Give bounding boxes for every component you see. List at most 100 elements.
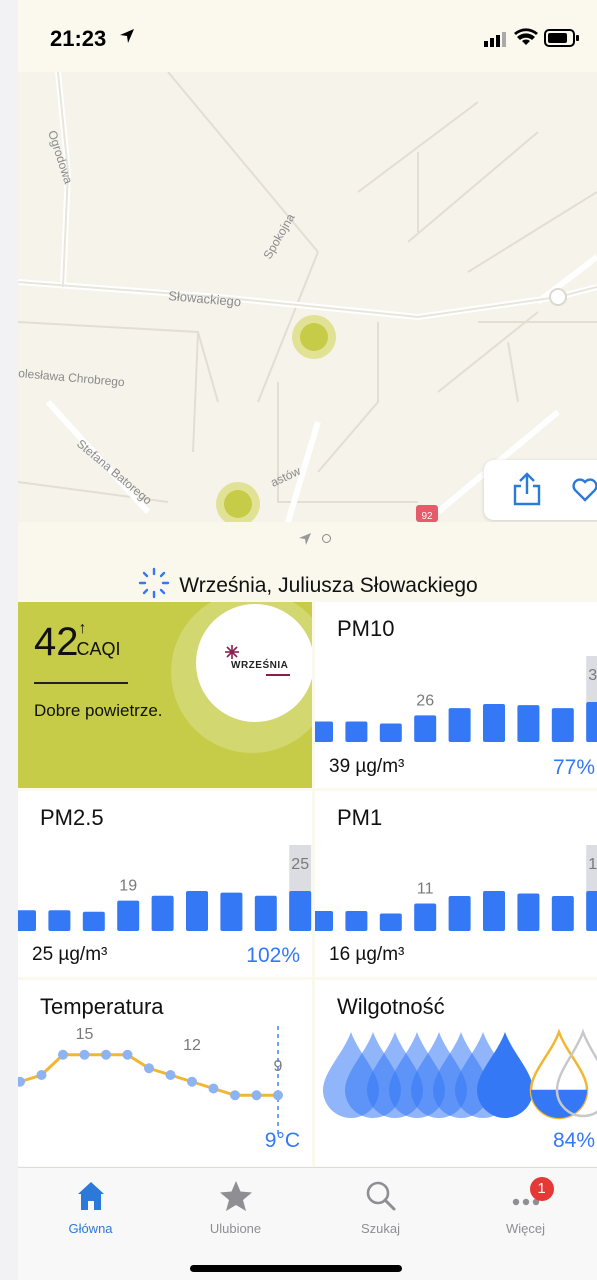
temperature-point — [36, 1070, 47, 1080]
pm10-bar-chart: 26 39 — [315, 656, 597, 742]
humidity-title: Wilgotność — [337, 994, 445, 1019]
pm1-bar-chart: 11 16 — [315, 845, 597, 931]
temperature-point — [144, 1063, 154, 1074]
pm25-bar — [151, 895, 174, 931]
pm1-current-label: 16 — [588, 856, 597, 873]
loading-spinner-icon — [137, 566, 171, 606]
humidity-tile[interactable]: Wilgotność 84% — [315, 980, 597, 1166]
tab-more[interactable]: 1 Więcej — [453, 1177, 597, 1236]
pm1-value: 16 µg/m³ — [329, 944, 405, 965]
temperature-tile[interactable]: Temperatura 15 12 9 9°C — [18, 980, 312, 1166]
city-logo-underline — [266, 674, 290, 676]
app-screen: 21:23 Ogrodowa Słowackiego Spokojna oles… — [18, 0, 597, 1280]
caqi-logo-circle: WRZEŚNIA — [196, 604, 312, 722]
tab-search[interactable]: Szukaj — [308, 1180, 453, 1236]
pm25-bar — [254, 895, 277, 931]
pm25-current-label: 25 — [291, 856, 309, 873]
pm10-bar — [315, 721, 333, 742]
caqi-unit: CAQI — [76, 639, 121, 659]
street-label-slowackiego: Słowackiego — [168, 288, 242, 309]
pm1-bar — [586, 891, 597, 931]
pm1-bar — [483, 891, 505, 931]
temperature-line — [19, 1053, 278, 1097]
star-icon — [216, 1181, 256, 1216]
pm25-percent: 102% — [246, 944, 300, 967]
home-icon — [76, 1182, 106, 1216]
pm25-title: PM2.5 — [40, 805, 104, 830]
signal-icon — [484, 31, 510, 52]
temperature-point — [230, 1090, 240, 1101]
street-label-chrobrego: olesława Chrobrego — [18, 366, 126, 389]
status-time: 21:23 — [50, 26, 107, 51]
caqi-value-group: 42↑ CAQI — [34, 620, 121, 665]
temperature-point — [208, 1083, 219, 1094]
caqi-tile[interactable]: WRZEŚNIA 42↑ CAQI Dobre powietrze. — [18, 602, 312, 788]
wifi-icon — [514, 28, 538, 51]
location-name: Września, Juliusza Słowackiego — [179, 574, 478, 597]
pm1-bar — [315, 911, 333, 931]
sensor-marker[interactable] — [216, 482, 260, 522]
pm25-bar — [289, 891, 312, 931]
tab-search-label: Szukaj — [360, 1221, 401, 1236]
temperature-point — [18, 1076, 25, 1087]
pm10-current-label: 39 — [588, 667, 597, 684]
pm1-bar — [517, 893, 540, 931]
tab-home[interactable]: Główna — [18, 1180, 163, 1236]
page-indicator-dot[interactable] — [322, 534, 331, 543]
heart-icon[interactable] — [572, 478, 597, 507]
city-logo-text: WRZEŚNIA — [231, 660, 289, 671]
pm10-title: PM10 — [337, 616, 395, 641]
pm25-bar — [48, 910, 71, 931]
pm1-bar — [345, 911, 368, 931]
pm25-bar — [18, 910, 36, 931]
pm10-bar — [448, 708, 471, 742]
pm1-mid-label: 11 — [417, 881, 434, 898]
temperature-current-label: 9 — [274, 1058, 283, 1075]
temperature-point — [79, 1049, 90, 1060]
pm25-bar — [117, 900, 140, 931]
sensor-marker[interactable] — [292, 315, 336, 359]
battery-icon — [544, 29, 580, 52]
search-icon — [365, 1181, 397, 1216]
temperature-point — [122, 1049, 133, 1060]
pm25-bar — [82, 911, 105, 931]
current-location-icon[interactable] — [298, 532, 312, 549]
pm25-bar-chart: 1925 — [18, 845, 312, 931]
map-view[interactable]: Ogrodowa Słowackiego Spokojna olesława C… — [18, 72, 597, 522]
more-icon: 1 — [506, 1177, 554, 1212]
pm10-bar — [586, 702, 597, 742]
pm1-bar — [551, 896, 574, 931]
tab-bar: Główna Ulubione Szukaj 1 Więcej — [18, 1167, 597, 1280]
temperature-point — [101, 1049, 111, 1060]
pm1-tile[interactable]: PM1 11 16 16 µg/m³ — [315, 791, 597, 977]
street-label-batorego: Stefana Batorego — [74, 437, 155, 508]
pm10-bar — [345, 721, 368, 742]
street-label-spokojna: Spokojna — [260, 211, 297, 262]
pm25-tile[interactable]: PM2.5 19 25 25 µg/m³ 102% — [18, 791, 312, 977]
pm1-bar — [414, 903, 437, 931]
pm10-bar — [551, 708, 574, 742]
pm25-bar — [220, 892, 243, 931]
temperature-mid-label: 12 — [183, 1037, 201, 1054]
caqi-trend-icon: ↑ — [78, 620, 87, 637]
pm1-bar — [379, 913, 402, 931]
caqi-description: Dobre powietrze. — [34, 701, 163, 720]
humidity-drops-chart — [323, 1028, 597, 1120]
pm25-mid-label: 19 — [119, 878, 137, 895]
pm10-tile[interactable]: PM10 26 39 39 µg/m³ 77% — [315, 602, 597, 788]
temperature-title: Temperatura — [40, 994, 164, 1019]
tab-more-label: Więcej — [505, 1221, 545, 1236]
share-icon[interactable] — [512, 472, 542, 511]
location-arrow-icon — [118, 27, 136, 50]
tab-favorites[interactable]: Ulubione — [163, 1180, 308, 1236]
temperature-point — [273, 1090, 283, 1101]
pm10-bar — [414, 715, 437, 742]
pm10-value: 39 µg/m³ — [329, 756, 405, 777]
street-label-ogrodowa: Ogrodowa — [45, 129, 76, 186]
tab-home-label: Główna — [68, 1221, 113, 1236]
notification-badge: 1 — [529, 1177, 554, 1201]
location-title[interactable]: Września, Juliusza Słowackiego — [18, 566, 597, 606]
caqi-divider — [34, 682, 128, 684]
road-number-badge: 92 — [421, 511, 433, 522]
pm10-bar — [517, 705, 540, 742]
